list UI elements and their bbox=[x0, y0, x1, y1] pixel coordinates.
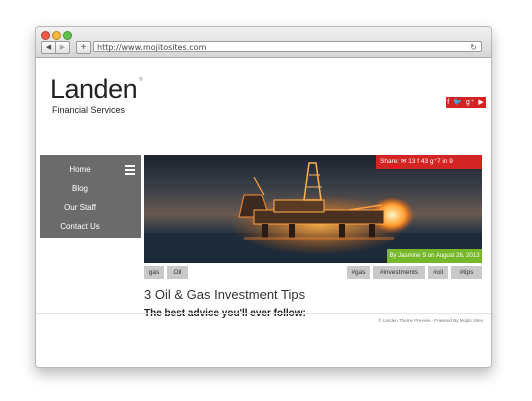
tag-tips[interactable]: #tips bbox=[451, 266, 482, 279]
close-window-button[interactable] bbox=[41, 31, 50, 40]
back-button[interactable]: ◀ bbox=[41, 41, 56, 54]
footer-divider bbox=[36, 313, 491, 314]
hero-image[interactable]: Share: ✉ 13 f 43 g⁺7 in 9 By Jasmine S o… bbox=[144, 155, 482, 263]
category-tag-gas[interactable]: gas bbox=[144, 266, 164, 279]
nav-item-our-staff[interactable]: Our Staff bbox=[40, 203, 120, 212]
nav-item-contact-us[interactable]: Contact Us bbox=[40, 222, 120, 231]
nav-item-blog[interactable]: Blog bbox=[40, 184, 120, 193]
registered-mark: ® bbox=[139, 77, 143, 83]
tag-investments[interactable]: #investments bbox=[373, 266, 425, 279]
share-counts[interactable]: 13 f 43 g⁺7 in 9 bbox=[408, 158, 453, 165]
post-title[interactable]: 3 Oil & Gas Investment Tips bbox=[144, 287, 305, 302]
tag-oil[interactable]: #oil bbox=[428, 266, 448, 279]
share-bar[interactable]: Share: ✉ 13 f 43 g⁺7 in 9 bbox=[376, 155, 482, 169]
social-icons[interactable]: f 🐦 g⁺ ▶ bbox=[447, 99, 484, 106]
social-icons-bar[interactable]: f 🐦 g⁺ ▶ bbox=[446, 97, 486, 108]
tag-gas[interactable]: #gas bbox=[347, 266, 370, 279]
footer-text: © Landen Theme Preview - Powered By Moji… bbox=[378, 318, 483, 323]
browser-window: ◀ ▶ + http://www.mojitosites.com ↻ Lande… bbox=[35, 26, 492, 368]
email-share-icon[interactable]: ✉ bbox=[401, 158, 406, 165]
hamburger-menu-icon[interactable] bbox=[125, 165, 135, 177]
reload-icon[interactable]: ↻ bbox=[470, 42, 477, 53]
share-label: Share: bbox=[380, 158, 400, 165]
maximize-window-button[interactable] bbox=[63, 31, 72, 40]
category-tag-oil[interactable]: Oil bbox=[167, 266, 188, 279]
web-page: Landen ® Financial Services f 🐦 g⁺ ▶ Hom… bbox=[36, 58, 491, 367]
site-logo-subtitle: Financial Services bbox=[52, 105, 126, 115]
browser-chrome: ◀ ▶ + http://www.mojitosites.com ↻ bbox=[36, 27, 491, 58]
post-byline: By Jasmine S on August 26, 2013 bbox=[387, 249, 482, 263]
address-bar[interactable]: http://www.mojitosites.com ↻ bbox=[93, 41, 482, 52]
site-logo-title[interactable]: Landen bbox=[50, 74, 138, 104]
sidebar-nav: Home Blog Our Staff Contact Us bbox=[40, 155, 141, 238]
add-tab-button[interactable]: + bbox=[76, 41, 91, 54]
nav-item-home[interactable]: Home bbox=[40, 165, 120, 174]
minimize-window-button[interactable] bbox=[52, 31, 61, 40]
forward-button[interactable]: ▶ bbox=[55, 41, 70, 54]
oil-rig-illustration bbox=[144, 162, 482, 263]
url-text: http://www.mojitosites.com bbox=[97, 43, 207, 52]
